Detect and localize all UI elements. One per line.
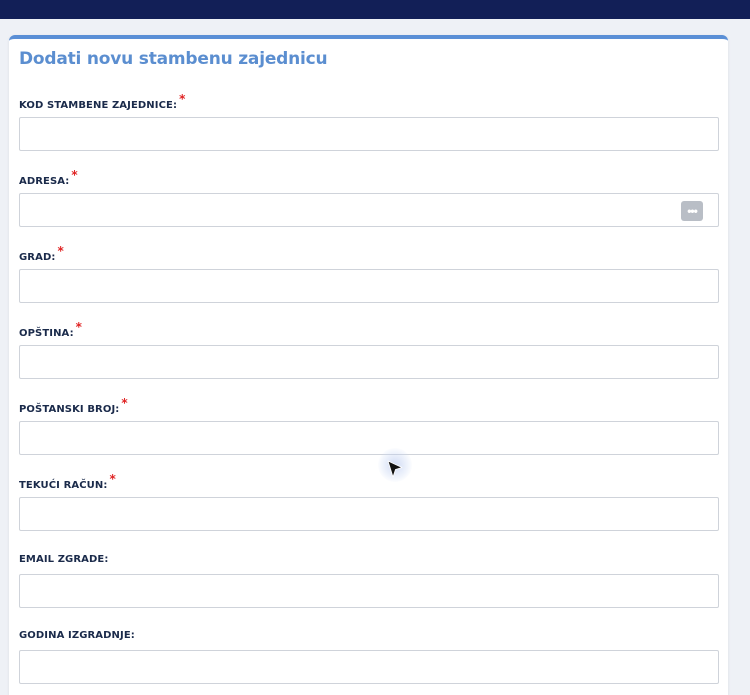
field-label: EMAIL ZGRADE:	[19, 554, 109, 565]
field-municipality: OPŠTINA: *	[19, 320, 719, 379]
required-marker: *	[57, 244, 64, 258]
required-marker: *	[121, 396, 128, 410]
field-address: ADRESA: * •••	[19, 168, 719, 227]
field-construction-year: GODINA IZGRADNJE:	[19, 630, 719, 684]
field-building-email: EMAIL ZGRADE:	[19, 554, 719, 608]
building-code-input[interactable]	[19, 117, 719, 151]
address-lookup-button[interactable]: •••	[681, 201, 703, 221]
field-bank-account: TEKUĆI RAČUN: *	[19, 472, 719, 531]
required-marker: *	[179, 92, 186, 106]
field-label: KOD STAMBENE ZAJEDNICE: *	[19, 92, 186, 111]
field-postal-code: POŠTANSKI BROJ: *	[19, 396, 719, 455]
top-navigation-bar	[0, 0, 750, 19]
postal-code-input[interactable]	[19, 421, 719, 455]
field-label: TEKUĆI RAČUN: *	[19, 472, 116, 491]
field-label: GODINA IZGRADNJE:	[19, 630, 135, 641]
add-building-form-card: Dodati novu stambenu zajednicu KOD STAMB…	[9, 35, 728, 695]
bank-account-input[interactable]	[19, 497, 719, 531]
address-input[interactable]	[19, 193, 719, 227]
more-options-icon: •••	[687, 204, 698, 218]
required-marker: *	[71, 168, 78, 182]
municipality-input[interactable]	[19, 345, 719, 379]
required-marker: *	[109, 472, 116, 486]
field-label: ADRESA: *	[19, 168, 78, 187]
field-label: POŠTANSKI BROJ: *	[19, 396, 128, 415]
field-label: GRAD: *	[19, 244, 64, 263]
field-city: GRAD: *	[19, 244, 719, 303]
field-building-code: KOD STAMBENE ZAJEDNICE: *	[19, 92, 719, 151]
field-label: OPŠTINA: *	[19, 320, 83, 339]
city-input[interactable]	[19, 269, 719, 303]
required-marker: *	[75, 320, 83, 334]
form-title: Dodati novu stambenu zajednicu	[19, 49, 328, 69]
building-email-input[interactable]	[19, 574, 719, 608]
construction-year-input[interactable]	[19, 650, 719, 684]
